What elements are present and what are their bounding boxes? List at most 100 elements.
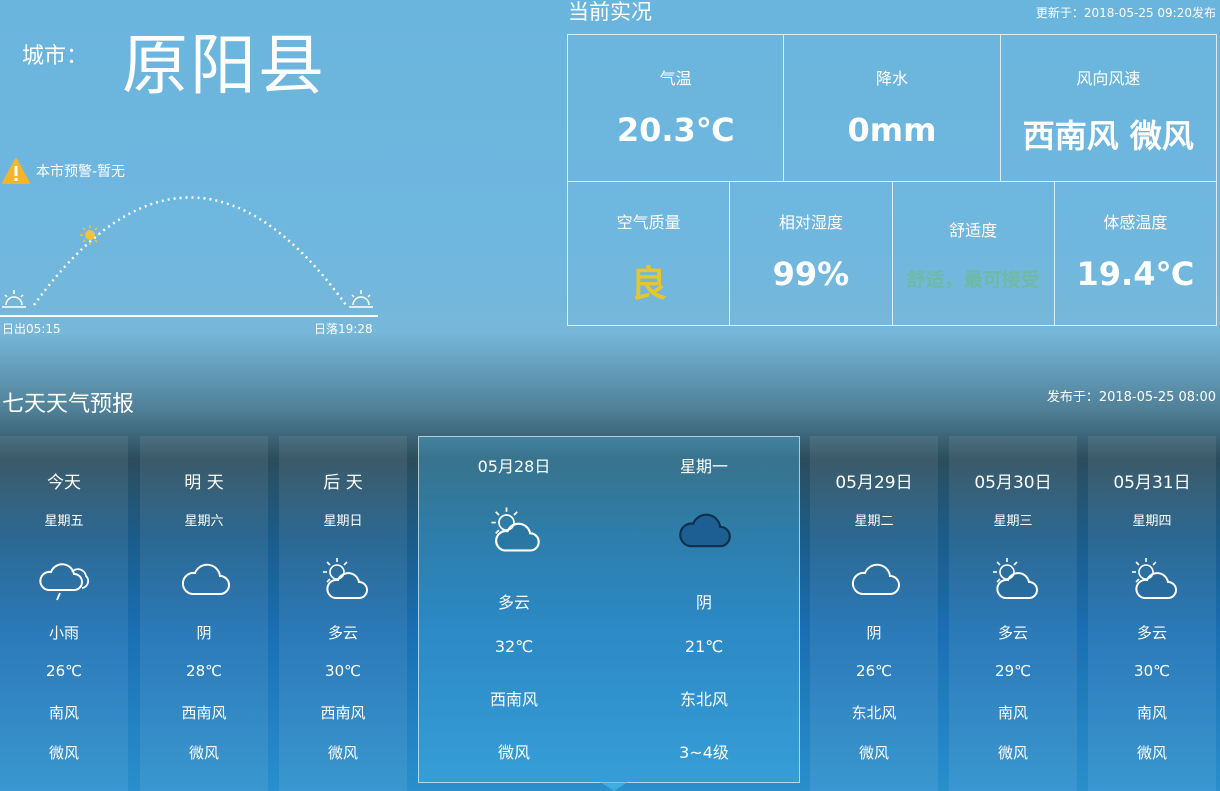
day-temp: 29℃ [995,662,1031,680]
day-wind-level: 微风 [48,744,79,762]
highlight-night-wind-dir: 东北风 [679,690,728,709]
partly-cloudy-icon [1126,554,1180,602]
day-weekday: 星期三 [993,514,1033,529]
day-weekday: 星期五 [44,514,84,529]
day-temp: 28℃ [186,662,222,680]
wind-label: 风向风速 [1076,69,1141,88]
day-name: 明 天 [184,473,224,493]
warning-icon [2,158,30,184]
day-wind-dir: 南风 [997,704,1028,722]
humidity-value: 99% [772,255,850,293]
day-wind-level: 微风 [997,744,1028,762]
forecast-day-card[interactable]: 后 天星期日多云 30℃ 西南风微风 [279,436,407,791]
temperature-value: 20.3℃ [616,111,735,149]
day-temp: 30℃ [325,662,361,680]
day-weekday: 星期六 [184,514,224,529]
feels-like-label: 体感温度 [1103,213,1168,232]
day-wind-dir: 东北风 [851,704,897,722]
temperature-label: 气温 [659,69,692,88]
day-temp: 26℃ [46,662,82,680]
highlight-night-wind-level: 3~4级 [679,743,729,762]
city-label: 城市： [22,44,89,69]
day-weather: 多云 [997,624,1028,642]
highlight-daytime: 05月28日 多云 32℃ 西南风 微风 [419,437,609,782]
highlight-day-label: 05月28日 [477,457,551,476]
humidity-cell: 相对湿度 99% [730,181,893,326]
precipitation-value: 0mm [847,111,937,149]
feels-like-cell: 体感温度 19.4℃ [1055,181,1216,326]
day-weekday: 星期日 [323,514,363,529]
sun-position-icon [80,225,100,245]
day-wind-dir: 西南风 [181,704,227,722]
highlight-day-temp: 32℃ [494,637,534,656]
precipitation-label: 降水 [875,69,908,88]
highlight-night-label: 星期一 [679,457,728,476]
overcast-icon [848,554,902,602]
air-quality-cell: 空气质量 良 [568,181,731,326]
comfort-cell: 舒适度 舒适，最可接受 [893,181,1055,326]
day-name: 05月29日 [835,473,913,493]
feels-like-value: 19.4℃ [1076,255,1195,293]
day-wind-level: 微风 [188,744,219,762]
comfort-label: 舒适度 [949,221,998,240]
precipitation-cell: 降水 0mm [784,35,1001,181]
highlight-day-weather: 多云 [497,593,530,612]
day-weekday: 星期四 [1132,514,1172,529]
day-wind-level: 微风 [327,744,358,762]
day-wind-dir: 南风 [1136,704,1167,722]
wind-cell: 风向风速 西南风 微风 [1001,35,1216,181]
highlight-night-temp: 21℃ [684,637,724,656]
current-title: 当前实况 [568,0,652,24]
highlight-day-card[interactable]: 05月28日 多云 32℃ 西南风 微风 星期一 阴 21℃ 东北风 3~4级 [418,436,800,783]
day-weather: 多云 [1136,624,1167,642]
forecast-day-card[interactable]: 今天星期五小雨 26℃ 南风微风 [0,436,128,791]
forecast-day-card[interactable]: 05月31日星期四多云 30℃ 南风微风 [1088,436,1216,791]
air-quality-label: 空气质量 [616,213,681,232]
wind-value: 西南风 微风 [1022,117,1194,155]
day-name: 05月31日 [1113,473,1191,493]
day-weather: 阴 [866,624,882,642]
day-name: 后 天 [323,473,363,493]
day-temp: 26℃ [856,662,892,680]
current-update-time: 更新于：2018-05-25 09:20发布 [1035,6,1216,20]
warning-notice: 本市预警-暂无 [2,158,125,184]
overcast-night-icon [679,513,731,548]
sunrise-icon [2,290,26,308]
highlight-day-wind-level: 微风 [497,743,530,762]
light-rain-icon [38,554,92,602]
city-name: 原阳县 [122,27,326,104]
air-quality-value: 良 [630,264,667,305]
partly-cloudy-icon [317,554,371,602]
day-wind-dir: 南风 [48,704,79,722]
highlight-night-weather: 阴 [695,593,712,612]
day-name: 今天 [47,473,81,493]
highlight-nighttime: 星期一 阴 21℃ 东北风 3~4级 [609,437,799,782]
day-wind-level: 微风 [858,744,889,762]
day-weather: 多云 [327,624,358,642]
sun-arc [0,196,378,317]
forecast-day-card[interactable]: 05月30日星期三多云 29℃ 南风微风 [949,436,1077,791]
day-weather: 阴 [196,624,212,642]
current-conditions-panel: 气温 20.3℃ 降水 0mm 风向风速 西南风 微风 空气质量 良 相对湿度 … [567,34,1217,326]
day-wind-dir: 西南风 [320,704,366,722]
sunset-time: 日落19:28 [314,322,373,336]
day-name: 05月30日 [974,473,1052,493]
forecast-title: 七天天气预报 [2,392,135,417]
day-weather: 小雨 [48,624,79,642]
sunset-icon [349,290,373,308]
partly-cloudy-icon [987,554,1041,602]
humidity-label: 相对湿度 [778,213,843,232]
forecast-day-card[interactable]: 05月29日星期二阴 26℃ 东北风微风 [810,436,938,791]
forecast-day-card[interactable]: 明 天星期六阴 28℃ 西南风微风 [140,436,268,791]
forecast-published: 发布于：2018-05-25 08:00 [1046,390,1216,405]
partly-cloudy-icon [485,503,543,555]
highlight-day-wind-dir: 西南风 [489,690,538,709]
day-weekday: 星期二 [854,514,894,529]
day-temp: 30℃ [1134,662,1170,680]
temperature-cell: 气温 20.3℃ [568,35,785,181]
warning-text: 本市预警-暂无 [36,164,126,180]
comfort-value: 舒适，最可接受 [906,269,1040,291]
sunrise-time: 日出05:15 [2,322,61,336]
day-wind-level: 微风 [1136,744,1167,762]
overcast-icon [178,554,232,602]
